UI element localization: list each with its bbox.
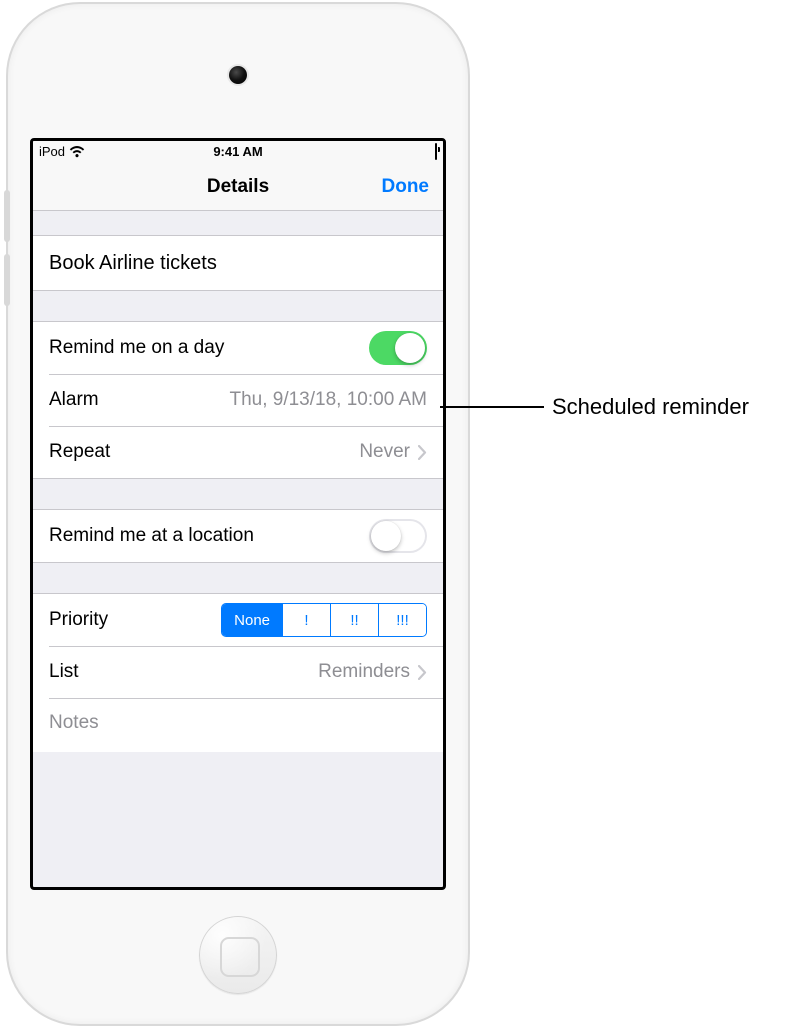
reminder-title-text: Book Airline tickets [49,252,217,275]
meta-group: Priority None ! !! !!! List Reminders [33,593,443,752]
alarm-row[interactable]: Alarm Thu, 9/13/18, 10:00 AM [33,374,443,426]
chevron-right-icon [418,665,427,680]
priority-option-none[interactable]: None [222,604,282,636]
remind-on-day-switch[interactable] [369,331,427,365]
details-table: Book Airline tickets Remind me on a day … [33,235,443,752]
front-camera-icon [229,66,247,84]
repeat-value: Never [359,441,410,463]
navigation-bar: Details Done [33,163,443,211]
priority-option-low[interactable]: ! [282,604,330,636]
notes-label: Notes [49,712,99,734]
home-button[interactable] [199,916,277,994]
screen: iPod 9:41 AM Details Done [30,138,446,890]
reminder-title-field[interactable]: Book Airline tickets [33,236,443,290]
status-time: 9:41 AM [33,144,443,159]
page-title: Details [207,176,269,198]
title-group: Book Airline tickets [33,235,443,291]
priority-option-high[interactable]: !!! [378,604,426,636]
remind-at-location-row: Remind me at a location [33,510,443,562]
battery-icon [435,144,437,159]
list-label: List [49,661,79,683]
location-group: Remind me at a location [33,509,443,563]
notes-row[interactable]: Notes [33,698,443,752]
list-row[interactable]: List Reminders [33,646,443,698]
remind-at-location-switch[interactable] [369,519,427,553]
callout-label: Scheduled reminder [552,394,749,420]
remind-on-day-row: Remind me on a day [33,322,443,374]
device-frame: iPod 9:41 AM Details Done [8,4,468,1024]
alarm-value: Thu, 9/13/18, 10:00 AM [229,389,427,411]
remind-at-location-label: Remind me at a location [49,525,254,547]
done-button[interactable]: Done [382,163,430,210]
priority-option-med[interactable]: !! [330,604,378,636]
chevron-right-icon [418,445,427,460]
volume-down-button [4,254,10,306]
remind-on-day-label: Remind me on a day [49,337,224,359]
repeat-row[interactable]: Repeat Never [33,426,443,478]
status-bar: iPod 9:41 AM [33,141,443,163]
priority-segmented-control[interactable]: None ! !! !!! [221,603,427,637]
callout-scheduled-reminder: Scheduled reminder [440,395,749,419]
repeat-label: Repeat [49,441,110,463]
list-value: Reminders [318,661,410,683]
priority-label: Priority [49,609,108,631]
schedule-group: Remind me on a day Alarm Thu, 9/13/18, 1… [33,321,443,479]
alarm-label: Alarm [49,389,99,411]
priority-row: Priority None ! !! !!! [33,594,443,646]
volume-up-button [4,190,10,242]
